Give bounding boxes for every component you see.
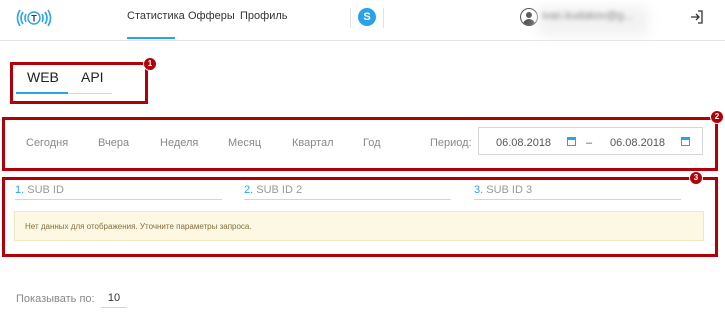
page-size-select[interactable]: 10 <box>101 288 127 308</box>
annotation-badge-2: 2 <box>710 110 724 124</box>
date-from-input[interactable]: 06.08.2018 <box>496 137 551 149</box>
period-label: Период: <box>430 137 472 149</box>
header-divider <box>350 8 351 28</box>
period-preset-year[interactable]: Год <box>363 137 381 149</box>
user-avatar-icon[interactable] <box>520 8 538 26</box>
sub-id-number: 3. <box>474 184 484 196</box>
period-preset-yesterday[interactable]: Вчера <box>98 137 129 149</box>
sub-id-number: 2. <box>244 184 254 196</box>
sub-id-number: 1. <box>15 184 25 196</box>
period-preset-week[interactable]: Неделя <box>160 137 198 149</box>
annotation-badge-1: 1 <box>143 57 157 71</box>
header-divider <box>383 8 384 28</box>
user-email[interactable]: ivan.kudakov@g... <box>542 10 633 22</box>
date-range-separator: – <box>586 137 593 149</box>
logout-icon[interactable] <box>690 10 704 24</box>
sub-id-2-field[interactable]: 2. SUB ID 2 <box>244 184 302 196</box>
calendar-icon[interactable] <box>567 137 576 146</box>
sub-id-placeholder: SUB ID <box>27 184 64 196</box>
tab-web-active-indicator <box>16 92 68 94</box>
tab-api[interactable]: API <box>81 69 104 85</box>
page-size-label: Показывать по: <box>16 293 95 305</box>
sub-id-placeholder: SUB ID 3 <box>486 184 533 196</box>
sub-id-3-underline <box>474 199 681 200</box>
nav-item-offers[interactable]: Офферы <box>188 10 235 22</box>
sub-id-placeholder: SUB ID 2 <box>256 184 303 196</box>
tab-web[interactable]: WEB <box>27 69 59 85</box>
period-preset-today[interactable]: Сегодня <box>26 137 68 149</box>
nav-item-profile[interactable]: Профиль <box>240 10 288 22</box>
period-preset-quarter[interactable]: Квартал <box>292 137 334 149</box>
nav-active-indicator <box>127 37 175 39</box>
sub-id-1-underline <box>15 199 222 200</box>
sub-id-1-field[interactable]: 1. SUB ID <box>15 184 64 196</box>
skype-icon[interactable]: S <box>358 8 376 26</box>
nav-item-statistics[interactable]: Статистика <box>127 10 185 22</box>
date-to-input[interactable]: 06.08.2018 <box>610 137 665 149</box>
sub-id-2-underline <box>244 199 451 200</box>
annotation-badge-3: 3 <box>689 171 703 185</box>
logo-icon[interactable]: T <box>14 6 54 30</box>
no-data-notice-text: Нет данных для отображения. Уточните пар… <box>25 222 252 231</box>
svg-text:T: T <box>31 14 37 24</box>
tab-api-underline <box>68 93 112 94</box>
calendar-icon[interactable] <box>681 137 690 146</box>
sub-id-3-field[interactable]: 3. SUB ID 3 <box>474 184 532 196</box>
period-preset-month[interactable]: Месяц <box>228 137 261 149</box>
